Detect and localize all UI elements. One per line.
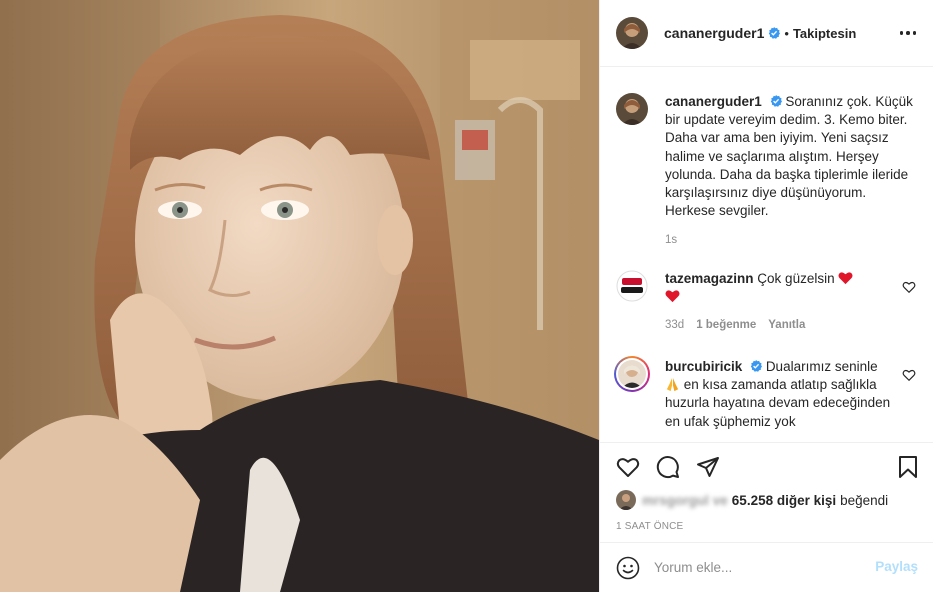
comment-likes[interactable]: 1 beğenme <box>696 319 756 331</box>
bookmark-icon[interactable] <box>896 455 920 479</box>
comment-item: burcubiricik Dualarımız seninle en kısa … <box>614 356 916 431</box>
likes-summary: mrsgorgul ve 65.258 diğer kişi beğendi <box>616 490 892 510</box>
add-comment-bar: Paylaş <box>600 542 933 592</box>
comment-text: Çok güzelsin <box>757 271 835 286</box>
comment-text-part1: Dualarımız seninle <box>765 359 878 374</box>
caption-body: cananerguder1 Soranınız çok. Küçük bir u… <box>665 93 916 246</box>
caption-text: Soranınız çok. Küçük bir update vereyim … <box>665 94 913 219</box>
post-caption: cananerguder1 Soranınız çok. Küçük bir u… <box>616 93 916 246</box>
more-options-icon[interactable] <box>898 23 918 43</box>
post-photo-image <box>0 0 599 592</box>
instagram-post: cananerguder1 • Takiptesin cananerguder1 <box>0 0 933 592</box>
reply-button[interactable]: Yanıtla <box>768 319 805 331</box>
comment-body: tazemagazinn Çok güzelsin 33d 1 beğenme … <box>665 270 893 331</box>
comment-item: tazemagazinn Çok güzelsin 33d 1 beğenme … <box>616 270 916 331</box>
folded-hands-emoji-icon <box>665 377 680 392</box>
comment-time[interactable]: 33d <box>665 319 684 331</box>
author-username[interactable]: cananerguder1 <box>664 25 764 41</box>
header-separator: • <box>784 25 789 41</box>
caption-username[interactable]: cananerguder1 <box>665 94 762 109</box>
emoji-icon[interactable] <box>616 556 640 580</box>
comment-body: burcubiricik Dualarımız seninle en kısa … <box>665 358 893 431</box>
author-avatar[interactable] <box>616 17 648 49</box>
post-photo[interactable] <box>0 0 599 592</box>
likes-and: ve <box>712 492 728 508</box>
comment-text-part2: en kısa zamanda atlatıp sağlıkla huzurla… <box>665 377 891 429</box>
share-icon[interactable] <box>696 455 720 479</box>
comment-username[interactable]: burcubiricik <box>665 359 742 374</box>
post-side-panel: cananerguder1 • Takiptesin cananerguder1 <box>599 0 933 592</box>
comment-username[interactable]: tazemagazinn <box>665 271 754 286</box>
commenter-avatar[interactable] <box>614 356 650 392</box>
caption-time[interactable]: 1s <box>665 234 916 246</box>
like-comment-heart-icon[interactable] <box>902 280 916 294</box>
like-comment-heart-icon[interactable] <box>902 368 916 382</box>
follow-status[interactable]: Takiptesin <box>793 26 856 41</box>
comment-input[interactable] <box>654 560 854 575</box>
comments-list[interactable]: cananerguder1 Soranınız çok. Küçük bir u… <box>600 68 933 442</box>
comment-text-block: burcubiricik Dualarımız seninle en kısa … <box>665 358 893 431</box>
verified-icon <box>750 360 763 372</box>
comment-meta: 33d 1 beğenme Yanıtla <box>665 319 893 331</box>
verified-icon <box>768 27 781 39</box>
post-timestamp[interactable]: 1 SAAT ÖNCE <box>616 521 683 532</box>
verified-icon <box>770 95 782 107</box>
red-heart-emoji-icon <box>838 271 853 285</box>
caption-text-block: cananerguder1 Soranınız çok. Küçük bir u… <box>665 93 916 220</box>
liker-avatar[interactable] <box>616 490 636 510</box>
post-comment-button[interactable]: Paylaş <box>875 559 918 574</box>
post-header: cananerguder1 • Takiptesin <box>600 0 933 67</box>
likes-count[interactable]: 65.258 diğer kişi <box>732 493 836 508</box>
heart-icon[interactable] <box>616 455 640 479</box>
red-heart-emoji-icon <box>665 289 680 303</box>
post-actions: mrsgorgul ve 65.258 diğer kişi beğendi 1… <box>600 442 933 542</box>
comment-icon[interactable] <box>656 455 680 479</box>
liker-username[interactable]: mrsgorgul <box>642 493 709 508</box>
commenter-avatar[interactable] <box>616 270 648 302</box>
action-icons <box>616 455 720 479</box>
comment-text-block: tazemagazinn Çok güzelsin <box>665 270 893 306</box>
likes-suffix: beğendi <box>840 492 889 508</box>
caption-avatar[interactable] <box>616 93 648 125</box>
